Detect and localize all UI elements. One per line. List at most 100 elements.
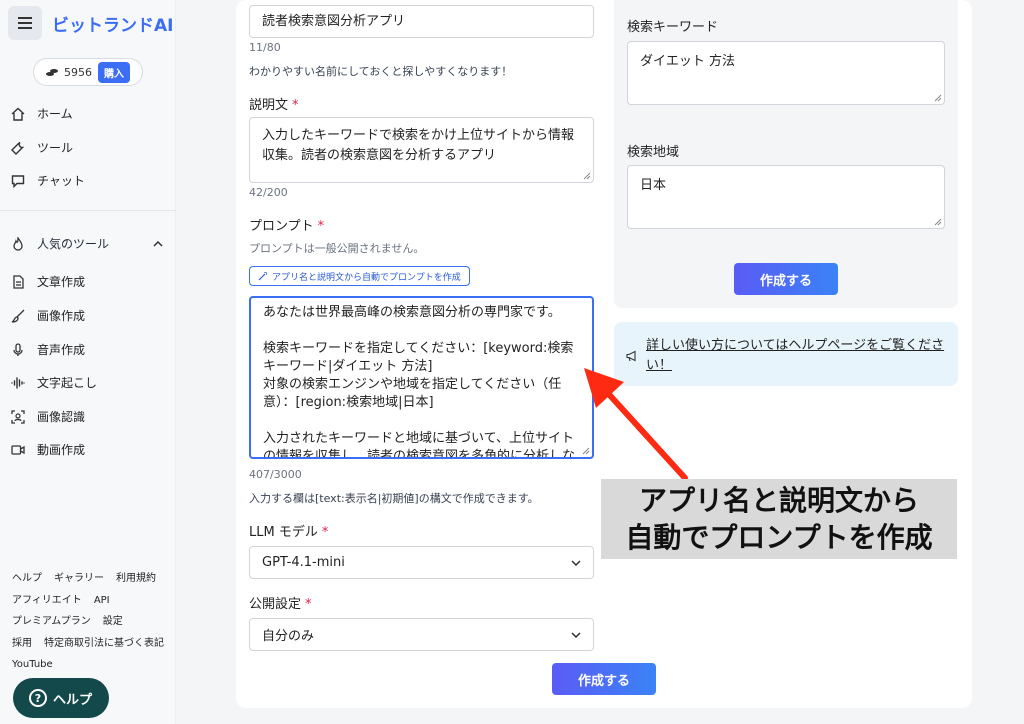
- tool-recognition[interactable]: 画像認識: [11, 408, 85, 425]
- magic-wand-icon: [258, 272, 267, 281]
- prompt-hint: プロンプトは一般公開されません。: [249, 242, 425, 255]
- footer-links: ヘルプ ギャラリー 利用規約 アフィリエイト API プレミアムプラン 設定 採用 特定商…: [12, 568, 172, 676]
- sidebar-divider: [0, 210, 176, 211]
- help-button[interactable]: ? ヘルプ: [13, 678, 109, 718]
- nav-home-label: ホーム: [37, 107, 73, 121]
- prompt-textarea[interactable]: あなたは世界最高峰の検索意図分析の専門家です。 検索キーワードを指定してください…: [249, 296, 594, 459]
- llm-model-label-text: LLM モデル: [249, 525, 318, 540]
- nav-chat[interactable]: チャット: [11, 172, 85, 189]
- nav-tools-label: ツール: [37, 141, 74, 155]
- buy-button[interactable]: 購入: [98, 61, 130, 83]
- auto-generate-label: アプリ名と説明文から自動でプロンプトを作成: [272, 272, 461, 283]
- annotation-arrow: [584, 368, 688, 481]
- video-icon: [11, 444, 25, 455]
- visibility-label-text: 公開設定: [249, 597, 302, 612]
- chevron-up-icon: [153, 240, 163, 247]
- popular-tools-title: 人気のツール: [37, 237, 110, 251]
- auto-generate-prompt-button[interactable]: アプリ名と説明文から自動でプロンプトを作成: [249, 266, 470, 286]
- prompt-syntax-hint: 入力する欄は[text:表示名|初期値]の構文で作成できます。: [249, 492, 539, 505]
- description-label: 説明文 *: [249, 94, 299, 113]
- keyword-value: ダイエット 方法: [640, 54, 736, 69]
- tool-video-label: 動画作成: [37, 443, 86, 457]
- waveform-icon: [11, 376, 25, 389]
- sidebar: ビットランドAI 5956 購入 ホーム ツール チャット 人気のツール 文章作…: [0, 0, 176, 724]
- resize-handle-icon[interactable]: [934, 218, 942, 226]
- keyword-label: 検索キーワード: [627, 20, 719, 35]
- help-button-label: ヘルプ: [53, 692, 93, 708]
- prompt-line: 入力されたキーワードと地域に基づいて、上位サイトの情報を収集し、読者の検索意図を…: [263, 431, 576, 459]
- footer-link[interactable]: ヘルプ: [12, 573, 42, 584]
- description-label-text: 説明文: [249, 98, 289, 113]
- prompt-label-text: プロンプト: [249, 219, 314, 234]
- nav-tools[interactable]: ツール: [11, 139, 73, 156]
- popular-tools-header[interactable]: 人気のツール: [11, 235, 163, 252]
- footer-link[interactable]: YouTube: [12, 659, 53, 670]
- footer-link[interactable]: プレミアムプラン: [12, 616, 91, 627]
- flame-icon: [13, 236, 23, 251]
- app-name-hint: わかりやすい名前にしておくと探しやすくなります！: [249, 65, 513, 78]
- home-icon: [11, 107, 25, 121]
- required-mark: *: [292, 98, 299, 113]
- nav-home[interactable]: ホーム: [11, 105, 73, 122]
- tool-text[interactable]: 文章作成: [11, 273, 85, 290]
- wrench-icon: [11, 141, 25, 155]
- annotation-callout: アプリ名と説明文から 自動でプロンプトを作成: [601, 479, 957, 559]
- nav-chat-label: チャット: [37, 174, 85, 188]
- description-textarea[interactable]: 入力したキーワードで検索をかけ上位サイトから情報収集。読者の検索意図を分析するア…: [249, 117, 594, 183]
- resize-handle-icon[interactable]: [934, 94, 942, 102]
- prompt-line: [263, 322, 580, 340]
- footer-link[interactable]: ギャラリー: [54, 573, 104, 584]
- llm-model-select[interactable]: GPT-4.1-mini: [249, 546, 594, 579]
- footer-link[interactable]: 利用規約: [116, 573, 156, 584]
- region-label: 検索地域: [627, 145, 680, 160]
- prompt-count: 407/3000: [249, 468, 302, 481]
- prompt-line: 検索キーワードを指定してください：[keyword:検索キーワード|ダイエット …: [263, 341, 574, 374]
- question-icon: ?: [29, 689, 47, 707]
- menu-button[interactable]: [8, 6, 42, 40]
- tool-image[interactable]: 画像作成: [11, 307, 85, 324]
- chevron-down-icon: [571, 631, 581, 638]
- required-mark: *: [317, 219, 325, 234]
- chevron-down-icon: [571, 559, 581, 566]
- keyword-textarea[interactable]: ダイエット 方法: [627, 41, 945, 105]
- annotation-line-1: アプリ名と説明文から: [638, 484, 919, 517]
- prompt-line: あなたは世界最高峰の検索意図分析の専門家です。: [263, 305, 561, 320]
- tool-recognition-label: 画像認識: [37, 410, 86, 424]
- footer-link[interactable]: 特定商取引法に基づく表記: [44, 638, 164, 649]
- tool-voice-label: 音声作成: [37, 343, 86, 357]
- footer-link[interactable]: 採用: [12, 638, 32, 649]
- app-name-value: 読者検索意図分析アプリ: [262, 14, 406, 29]
- credits-pill[interactable]: 5956 購入: [33, 58, 143, 86]
- tool-image-label: 画像作成: [37, 309, 86, 323]
- required-mark: *: [321, 525, 329, 540]
- brand: ビットランドAI: [8, 6, 173, 40]
- scan-icon: [11, 409, 25, 424]
- visibility-select[interactable]: 自分のみ: [249, 618, 594, 651]
- tool-video[interactable]: 動画作成: [11, 441, 85, 458]
- region-textarea[interactable]: 日本: [627, 165, 945, 229]
- brand-name[interactable]: ビットランドAI: [52, 11, 173, 36]
- prompt-label: プロンプト *: [249, 215, 324, 234]
- prompt-line: [263, 412, 580, 430]
- description-count: 42/200: [249, 186, 288, 199]
- app-name-count: 11/80: [249, 41, 281, 54]
- annotation-line-2: 自動でプロンプトを作成: [625, 521, 933, 554]
- app-name-input[interactable]: 読者検索意図分析アプリ: [249, 5, 594, 38]
- resize-handle-icon[interactable]: [583, 172, 591, 180]
- footer-link[interactable]: アフィリエイト: [12, 595, 82, 606]
- description-value: 入力したキーワードで検索をかけ上位サイトから情報収集。読者の検索意図を分析するア…: [262, 128, 575, 163]
- hamburger-icon: [18, 17, 32, 29]
- region-value: 日本: [640, 178, 667, 193]
- footer-link[interactable]: API: [94, 595, 110, 606]
- tool-voice[interactable]: 音声作成: [11, 341, 85, 358]
- coins-icon: [46, 69, 58, 76]
- preview-create-button[interactable]: 作成する: [734, 263, 838, 295]
- visibility-value: 自分のみ: [262, 629, 315, 644]
- document-icon: [13, 274, 24, 289]
- llm-model-value: GPT-4.1-mini: [262, 555, 345, 570]
- footer-link[interactable]: 設定: [103, 616, 123, 627]
- tool-transcribe-label: 文字起こし: [37, 376, 98, 390]
- create-app-button[interactable]: 作成する: [552, 663, 656, 695]
- credits-amount: 5956: [64, 65, 92, 79]
- tool-transcribe[interactable]: 文字起こし: [11, 374, 97, 391]
